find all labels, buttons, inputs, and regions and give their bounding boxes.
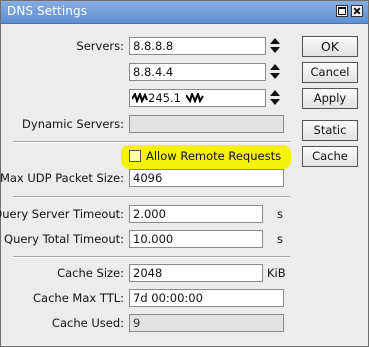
servers-label: Servers:	[76, 39, 124, 53]
max-udp-packet-size-field[interactable]: 4096	[129, 169, 284, 187]
cache-button[interactable]: Cache	[302, 146, 358, 167]
server-2-updown-icon[interactable]	[269, 63, 281, 81]
server-field-2[interactable]: 8.8.4.4	[129, 63, 266, 81]
cache-size-unit: KiB	[267, 266, 286, 280]
query-total-timeout-unit: s	[277, 232, 283, 246]
query-total-timeout-field[interactable]: 10.000	[129, 230, 263, 248]
query-server-timeout-unit: s	[277, 207, 283, 221]
dynamic-servers-field	[129, 115, 284, 133]
query-server-timeout-label: Query Server Timeout:	[0, 207, 124, 221]
dns-settings-window: DNS Settings Servers: 8.8.8.8 8.8.4.4 24…	[0, 0, 369, 347]
apply-button[interactable]: Apply	[302, 88, 358, 109]
cache-max-ttl-label: Cache Max TTL:	[33, 291, 124, 305]
server-1-updown-icon[interactable]	[269, 37, 281, 55]
cancel-button[interactable]: Cancel	[302, 62, 358, 83]
cache-size-field[interactable]: 2048	[129, 264, 263, 282]
cache-used-field: 9	[129, 314, 284, 332]
query-total-timeout-label: Query Total Timeout:	[4, 232, 124, 246]
close-icon[interactable]	[351, 5, 363, 17]
allow-remote-requests-label[interactable]: Allow Remote Requests	[146, 147, 281, 165]
restore-icon[interactable]	[336, 5, 348, 17]
cache-max-ttl-field[interactable]: 7d 00:00:00	[129, 289, 284, 307]
cache-size-label: Cache Size:	[57, 266, 124, 280]
dynamic-servers-label: Dynamic Servers:	[22, 117, 124, 131]
max-udp-packet-size-label: Max UDP Packet Size:	[0, 171, 124, 185]
server-field-3-value: 245.1	[148, 91, 181, 105]
static-button[interactable]: Static	[302, 120, 358, 141]
server-3-updown-icon[interactable]	[269, 89, 281, 107]
allow-remote-requests-checkbox[interactable]	[129, 150, 141, 162]
server-field-1[interactable]: 8.8.8.8	[129, 37, 266, 55]
ok-button[interactable]: OK	[302, 36, 358, 57]
server-field-3[interactable]: 245.1	[129, 89, 266, 107]
redaction-scribble-icon	[186, 93, 204, 103]
title-bar[interactable]: DNS Settings	[1, 1, 368, 24]
separator	[13, 196, 290, 198]
cache-used-label: Cache Used:	[51, 316, 124, 330]
separator	[13, 256, 290, 258]
redaction-scribble-icon	[132, 93, 148, 103]
query-server-timeout-field[interactable]: 2.000	[129, 205, 263, 223]
window-title: DNS Settings	[7, 4, 88, 18]
separator	[13, 141, 290, 143]
